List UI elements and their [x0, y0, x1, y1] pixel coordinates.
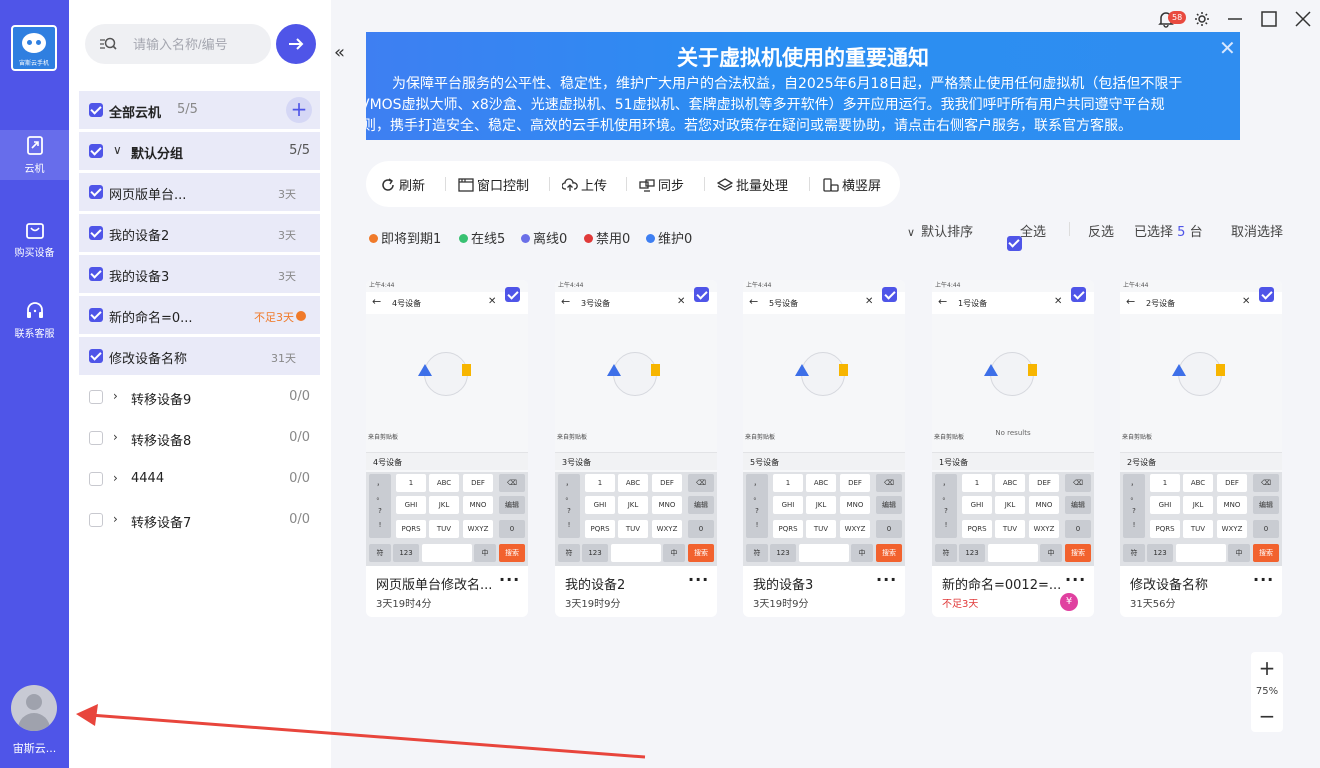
app-window: 宙斯云手机 云机 购买设备 联系客服 宙斯云... « 全部云机 5/5 — [0, 0, 1320, 768]
annotation-arrow — [76, 704, 646, 759]
